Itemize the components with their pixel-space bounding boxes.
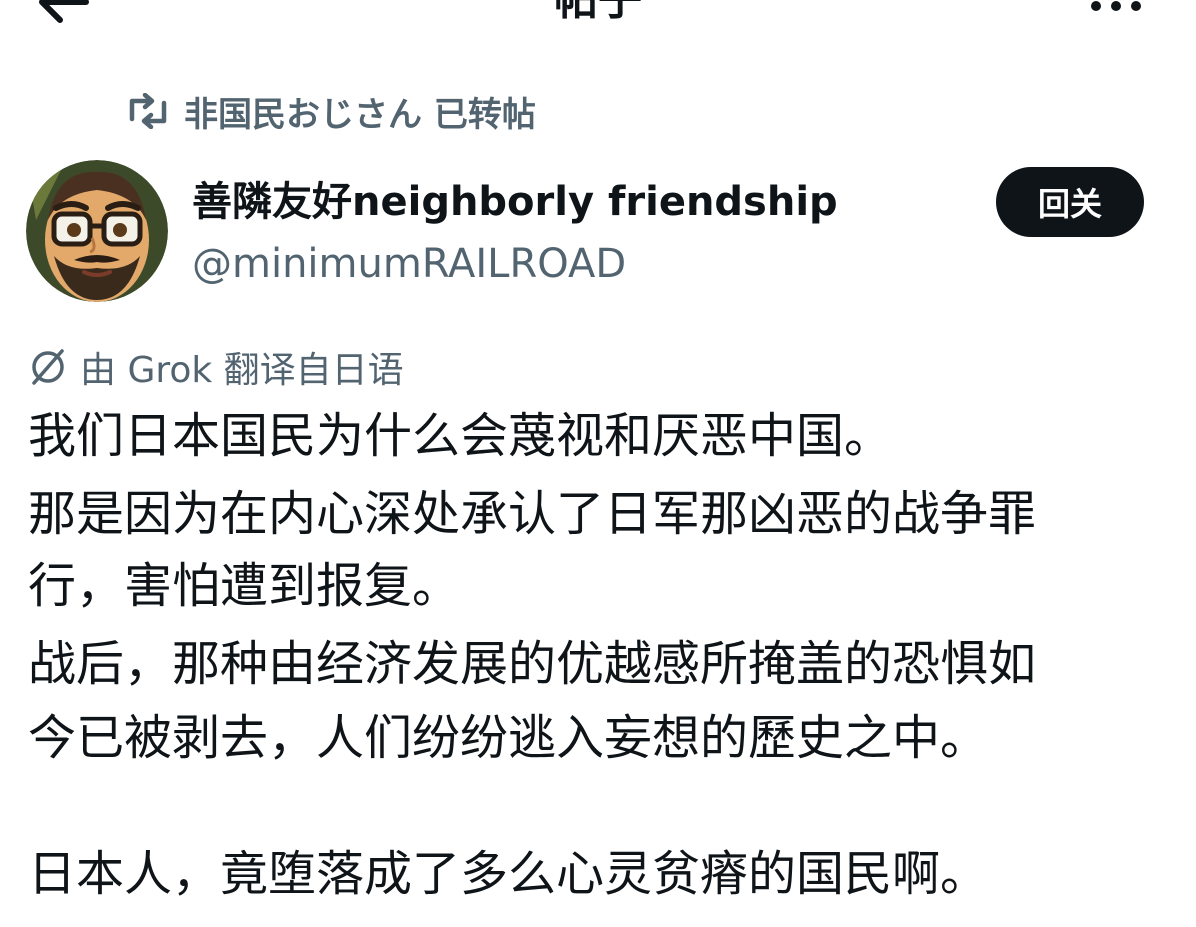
repost-icon <box>129 93 167 129</box>
post-line-2: 那是因为在内心深处承认了日军那凶恶的战争罪 <box>28 486 1037 542</box>
post-line-4: 战后，那种由经济发展的优越感所掩盖的恐惧如 <box>28 636 1037 692</box>
author-display-name[interactable]: 善隣友好neighborly friendship <box>192 176 838 228</box>
translation-notice[interactable]: 由 Grok 翻译自日语 <box>28 342 404 392</box>
post-line-3: 行，害怕遭到报复。 <box>28 558 461 614</box>
author-handle[interactable]: @minimumRAILROAD <box>192 238 626 290</box>
post-line-5: 今已被剥去，人们纷纷逃入妄想的歷史之中。 <box>28 710 989 766</box>
repost-indicator[interactable]: 非国民おじさん 已转帖 <box>126 86 536 136</box>
post-line-6: 日本人，竟堕落成了多么心灵贫瘠的国民啊。 <box>28 846 989 902</box>
avatar-cartoon-man-icon <box>26 160 168 302</box>
avatar[interactable] <box>26 160 168 302</box>
translation-text: 由 Grok 翻译自日语 <box>80 350 404 391</box>
translate-icon <box>32 349 64 385</box>
more-dots-icon <box>1091 1 1141 11</box>
top-bar: 帖子 <box>0 0 1196 40</box>
follow-back-button[interactable]: 回关 <box>996 167 1144 237</box>
post-line-1: 我们日本国民为什么会蔑视和厌恶中国。 <box>28 408 893 464</box>
more-options-button[interactable] <box>1086 0 1146 20</box>
page-title: 帖子 <box>0 0 1196 28</box>
repost-text: 非国民おじさん 已转帖 <box>184 94 536 135</box>
